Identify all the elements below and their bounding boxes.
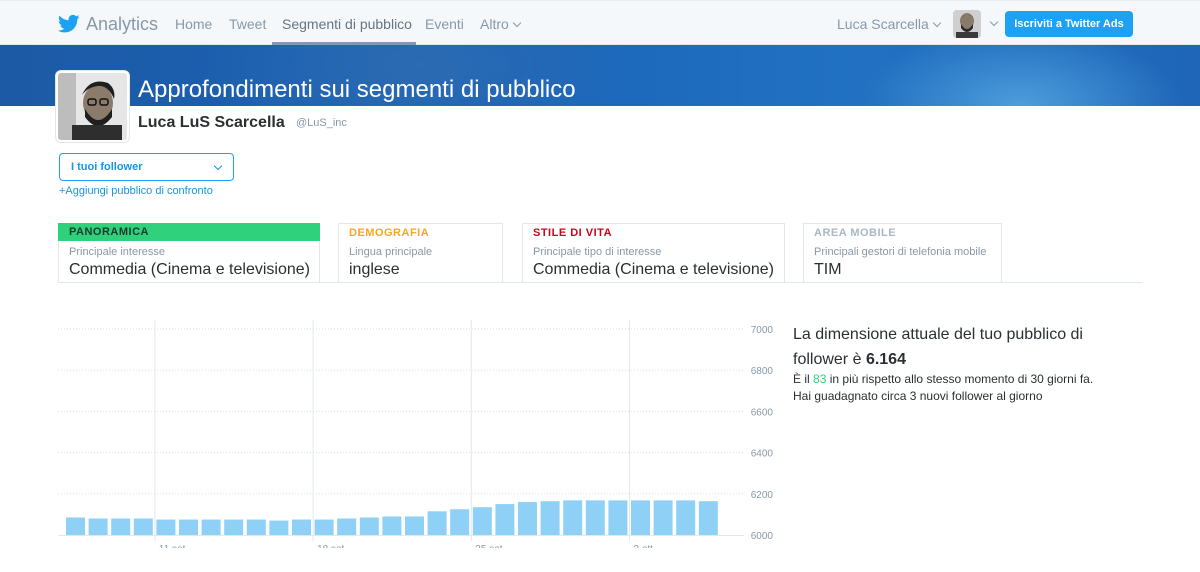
chart-bar [337,518,357,535]
chart-bar [495,504,515,535]
chevron-down-icon[interactable] [989,17,999,27]
chart-bar [111,518,131,535]
top-navigation-bar: Analytics Home Tweet Segmenti di pubblic… [0,0,1200,45]
card-subtitle: Principale interesse [69,246,165,258]
x-tick-label: 11 set [159,544,186,548]
card-title: PANORAMICA [69,226,149,238]
avatar[interactable] [953,10,981,38]
chart-bar [314,519,334,535]
y-tick-label: 6000 [751,531,774,542]
chart-bar [179,519,198,535]
chart-bar [359,517,379,535]
nav-link-more[interactable]: Altro [480,16,522,32]
card-subtitle: Principale tipo di interesse [533,246,662,258]
profile-name: Luca LuS Scarcella [138,114,285,131]
chart-bar [133,518,153,535]
profile-photo-image [58,73,127,140]
chart-bar [201,519,221,535]
audience-selector-value: I tuoi follower [71,161,143,173]
y-tick-label: 6800 [751,366,774,377]
profile-handle: @LuS_inc [296,117,347,129]
chart-bar [585,500,605,535]
nav-link-events[interactable]: Eventi [425,16,464,32]
avatar-photo [953,10,981,38]
tab-mobile-footprint[interactable]: AREA MOBILE Principali gestori di telefo… [803,223,1002,283]
card-subtitle: Principali gestori di telefonia mobile [814,246,987,258]
tab-demographics[interactable]: DEMOGRAFIA Lingua principale inglese [338,223,503,283]
chart-bar [472,507,492,535]
analytics-brand-link[interactable]: Analytics [58,12,158,36]
x-tick-label: 2 ott [634,544,654,548]
audience-selector[interactable]: I tuoi follower [59,153,234,181]
y-tick-label: 7000 [751,325,774,336]
brand-label: Analytics [86,13,159,34]
chart-bar [88,518,108,535]
add-comparison-audience-link[interactable]: +Aggiungi pubblico di confronto [59,185,213,197]
chart-bar [66,517,85,535]
nav-link-audience-insights[interactable]: Segmenti di pubblico [282,16,412,32]
user-menu[interactable]: Luca Scarcella [837,16,942,32]
chart-bar [653,500,673,535]
follower-size-chart: 6000 6200 6400 6600 6800 7000 11 set 18 set 25 s… [58,318,778,548]
y-tick-label: 6600 [751,407,774,418]
summary-text: La dimensione attuale del tuo pubblico d… [793,326,1083,368]
tabs-divider [58,282,1143,283]
y-tick-label: 6400 [751,449,774,460]
chart-bar [450,509,470,535]
growth-prefix: È il [793,372,810,386]
chart-bar [676,500,696,535]
profile-avatar [56,71,129,142]
card-title: STILE DI VITA [533,227,613,239]
user-menu-name: Luca Scarcella [837,16,929,32]
growth-suffix: in più rispetto allo stesso momento di 3… [829,372,1094,386]
growth-percentage-value: 83 [813,372,827,386]
y-tick-label: 6200 [751,490,774,501]
nav-link-tweet[interactable]: Tweet [229,16,266,32]
chart-bar [224,519,244,535]
card-value: Commedia (Cinema e televisione) [533,261,774,278]
chart-bar [405,516,424,535]
chart-bar [518,502,537,535]
chart-bar [427,511,447,535]
twitter-bird-icon [58,14,80,33]
card-value: Commedia (Cinema e televisione) [69,261,310,278]
twitter-ads-signup-button[interactable]: Iscriviti a Twitter Ads [1005,11,1133,37]
chart-bar [156,519,176,535]
chart-bar [698,501,718,535]
chevron-down-icon [512,18,522,28]
card-title: AREA MOBILE [814,227,897,239]
page-title: Approfondimenti sui segmenti di pubblico [138,76,576,103]
chart-bar [269,520,289,535]
chart-bar [608,500,628,535]
tab-lifestyle[interactable]: STILE DI VITA Principale tipo di interes… [522,223,785,283]
chart-bar [563,500,583,535]
chart-bar [540,501,560,535]
nav-link-home[interactable]: Home [175,16,212,32]
chart-bar [382,516,402,535]
chart-svg: 6000 6200 6400 6600 6800 7000 11 set 18 set 25 s… [58,320,774,548]
audience-size-summary: La dimensione attuale del tuo pubblico d… [793,322,1123,372]
x-tick-label: 18 set [317,544,344,548]
card-title: DEMOGRAFIA [349,227,430,239]
daily-gain-line: Hai guadagnato circa 3 nuovi follower al… [793,389,1043,403]
tab-overview[interactable]: PANORAMICA Principale interesse Commedia… [58,223,320,283]
card-value: TIM [814,261,842,278]
x-tick-label: 25 set [475,544,502,548]
chevron-down-icon [932,18,942,28]
chart-bar [292,519,311,535]
nav-link-more-label: Altro [480,16,509,32]
card-subtitle: Lingua principale [349,246,433,258]
chevron-down-icon [213,161,223,171]
follower-count: 6.164 [865,351,906,368]
chart-bar [631,500,650,535]
card-value: inglese [349,261,400,278]
growth-percentage-line: È il 83 in più rispetto allo stesso mome… [793,372,1093,386]
chart-bar [246,519,266,535]
